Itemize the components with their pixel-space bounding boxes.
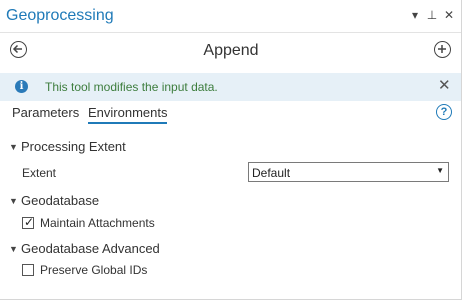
extent-dropdown[interactable]: Default ▼ — [248, 162, 449, 182]
tab-parameters[interactable]: Parameters — [12, 105, 79, 122]
pane-titlebar: Geoprocessing ▾ ⊥ ✕ — [0, 0, 461, 34]
group-title: Geodatabase — [21, 193, 100, 208]
group-title: Processing Extent — [21, 139, 126, 154]
preserve-global-ids-label[interactable]: Preserve Global IDs — [40, 263, 147, 277]
info-message: This tool modifies the input data. — [45, 80, 218, 94]
group-geodatabase[interactable]: ▼ Geodatabase — [9, 193, 99, 208]
titlebar-divider — [0, 32, 461, 33]
maintain-attachments-label[interactable]: Maintain Attachments — [40, 216, 155, 230]
dropdown-arrow-icon: ▼ — [436, 166, 444, 175]
maintain-attachments-checkbox[interactable]: ✓ — [22, 215, 35, 229]
dismiss-info-icon[interactable]: ✕ — [438, 78, 451, 94]
help-icon[interactable]: ? — [436, 104, 452, 120]
add-button[interactable] — [434, 41, 451, 58]
pane-title: Geoprocessing — [6, 7, 114, 24]
group-geodatabase-advanced[interactable]: ▼ Geodatabase Advanced — [9, 241, 160, 256]
chevron-down-icon: ▼ — [9, 142, 18, 152]
geoprocessing-pane: Geoprocessing ▾ ⊥ ✕ Append i This tool m… — [0, 0, 462, 300]
pin-icon[interactable]: ⊥ — [425, 8, 439, 22]
pane-options-dropdown-icon[interactable]: ▾ — [408, 8, 422, 22]
chevron-down-icon: ▼ — [9, 196, 18, 206]
extent-label: Extent — [22, 166, 57, 180]
check-icon: ✓ — [24, 215, 35, 229]
extent-value: Default — [252, 166, 291, 180]
tool-title: Append — [203, 42, 259, 59]
plus-icon — [438, 45, 446, 53]
group-processing-extent[interactable]: ▼ Processing Extent — [9, 139, 126, 154]
preserve-global-ids-checkbox[interactable] — [22, 264, 34, 276]
tab-environments[interactable]: Environments — [88, 105, 168, 124]
info-icon: i — [15, 80, 28, 93]
chevron-down-icon: ▼ — [9, 244, 18, 254]
group-title: Geodatabase Advanced — [21, 241, 160, 256]
close-pane-icon[interactable]: ✕ — [442, 8, 456, 22]
